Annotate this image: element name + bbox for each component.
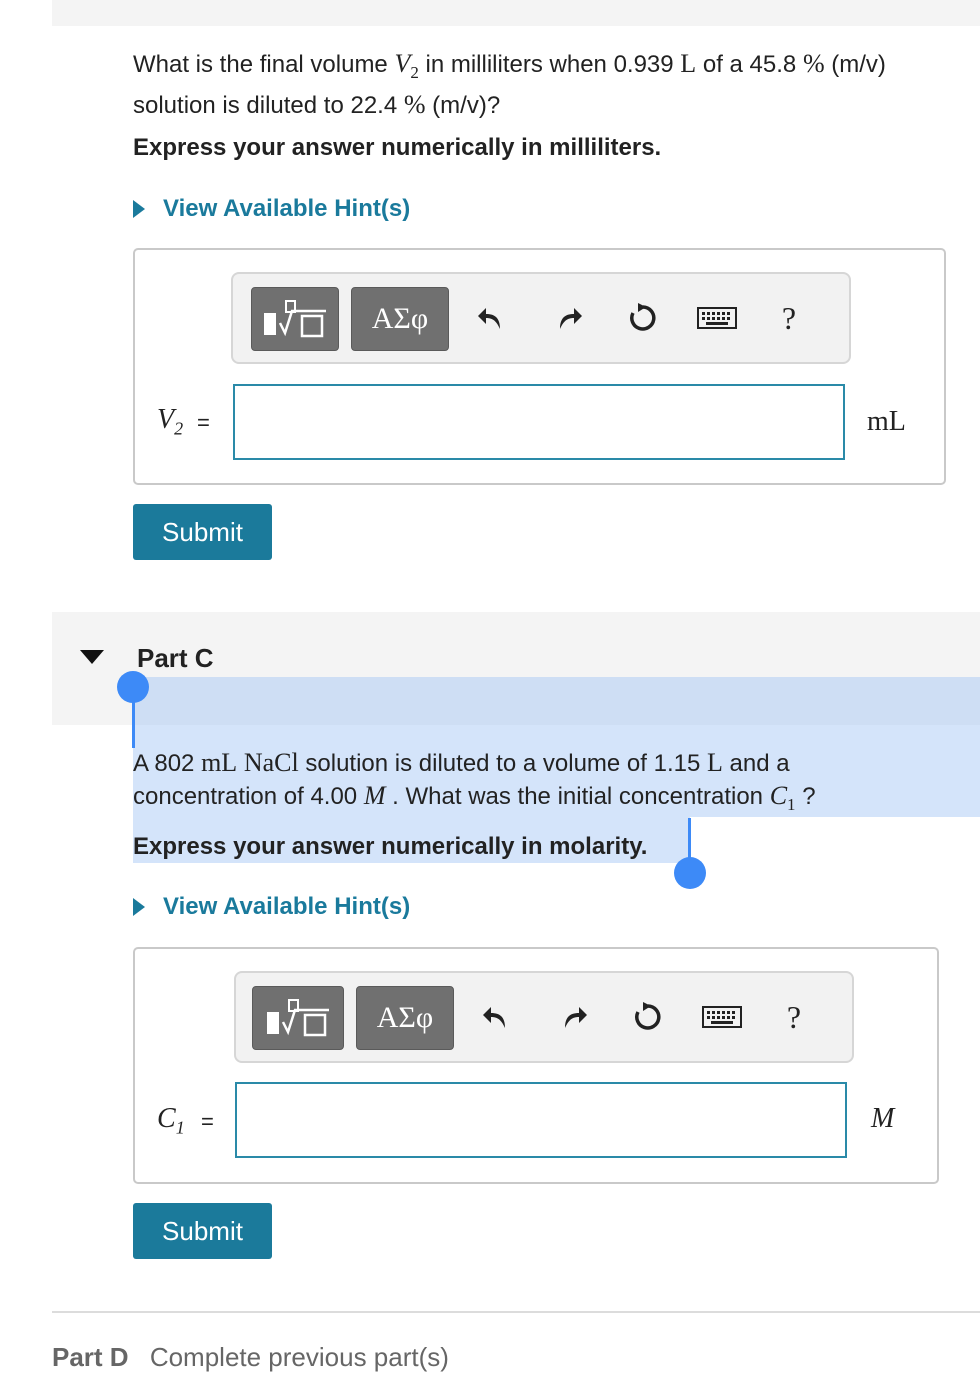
unit-l: L [680, 49, 697, 78]
question-text: What is the final volume [133, 51, 395, 78]
answer-variable-c1: C1 [157, 1103, 185, 1138]
expand-triangle-icon [133, 898, 145, 916]
partc-hint-link[interactable]: View Available Hint(s) [133, 893, 410, 921]
templates-icon [267, 999, 329, 1037]
partb-answer-input[interactable] [233, 384, 845, 460]
unit-ml: mL [867, 406, 906, 437]
var-v2: V2 [394, 49, 419, 83]
hint-link-label: View Available Hint(s) [163, 893, 411, 920]
greek-symbols-button[interactable]: ΑΣφ [356, 986, 454, 1050]
reset-icon[interactable] [628, 997, 668, 1037]
templates-button[interactable] [252, 986, 344, 1050]
question-text: and a [722, 750, 790, 777]
partc-question: A 802 mL NaCl solution is diluted to a v… [133, 747, 973, 821]
partd-row[interactable]: Part D Complete previous part(s) [52, 1342, 449, 1373]
help-icon[interactable]: ? [776, 997, 812, 1037]
divider [52, 1311, 980, 1313]
partd-title: Part D [52, 1342, 129, 1372]
undo-icon[interactable] [473, 298, 509, 338]
unit-m: M [871, 1103, 895, 1134]
var-c1: C1 [769, 781, 796, 815]
partb-equation-toolbar: ΑΣφ ? [231, 272, 851, 364]
partb-instruction: Express your answer numerically in milli… [133, 134, 662, 161]
selection-start-handle[interactable] [117, 671, 149, 703]
answer-variable-v2: V2 [157, 404, 184, 439]
top-band [52, 0, 980, 26]
unit-l: L [706, 748, 723, 777]
partc-submit-button[interactable]: Submit [133, 1203, 272, 1259]
question-text: (m/v)? [425, 92, 501, 120]
partc-instruction: Express your answer numerically in molar… [133, 833, 648, 860]
hint-link-label: View Available Hint(s) [163, 195, 411, 222]
question-text: of a 45.8 [696, 51, 803, 78]
question-text: concentration of 4.00 [133, 783, 364, 810]
partd-status: Complete previous part(s) [149, 1342, 449, 1372]
selection-start-line [132, 700, 135, 748]
greek-symbols-button[interactable]: ΑΣφ [351, 287, 449, 351]
keyboard-icon[interactable] [700, 1001, 744, 1033]
equals-sign: = [201, 1109, 214, 1134]
templates-button[interactable] [251, 287, 339, 351]
percent-sign: % [403, 90, 426, 120]
partc-answer-input[interactable] [235, 1082, 847, 1158]
templates-icon [264, 300, 326, 338]
question-text: solution is diluted to a volume of 1.15 [298, 750, 707, 777]
chemical-formula: NaCl [243, 748, 299, 777]
selection-end-handle[interactable] [674, 857, 706, 889]
equals-sign: = [197, 410, 210, 435]
question-text: . What was the initial concentration [385, 783, 770, 810]
partc-title: Part C [137, 643, 214, 673]
question-text: (m/v) [824, 51, 886, 78]
partb-hint-link[interactable]: View Available Hint(s) [133, 195, 410, 223]
keyboard-icon[interactable] [695, 302, 739, 334]
unit-m: M [363, 781, 386, 810]
unit-ml: mL [201, 748, 238, 777]
question-text: A 802 [133, 750, 202, 777]
partc-answer-box: ΑΣφ ? C1 = M [133, 947, 939, 1184]
question-text: ? [795, 783, 816, 810]
question-text: in milliliters when 0.939 [418, 51, 681, 78]
expand-triangle-icon [133, 200, 145, 218]
redo-icon[interactable] [551, 298, 587, 338]
partb-question: What is the final volume V2 in millilite… [133, 48, 973, 122]
question-text: solution is diluted to 22.4 [133, 92, 404, 120]
help-icon[interactable]: ? [771, 298, 807, 338]
redo-icon[interactable] [556, 997, 592, 1037]
percent-sign: % [802, 49, 825, 78]
reset-icon[interactable] [623, 298, 663, 338]
undo-icon[interactable] [478, 997, 514, 1037]
partc-equation-toolbar: ΑΣφ ? [234, 971, 854, 1063]
partb-submit-button[interactable]: Submit [133, 504, 272, 560]
collapse-triangle-icon[interactable] [80, 650, 104, 664]
partb-answer-box: ΑΣφ ? V2 = mL [133, 248, 946, 485]
